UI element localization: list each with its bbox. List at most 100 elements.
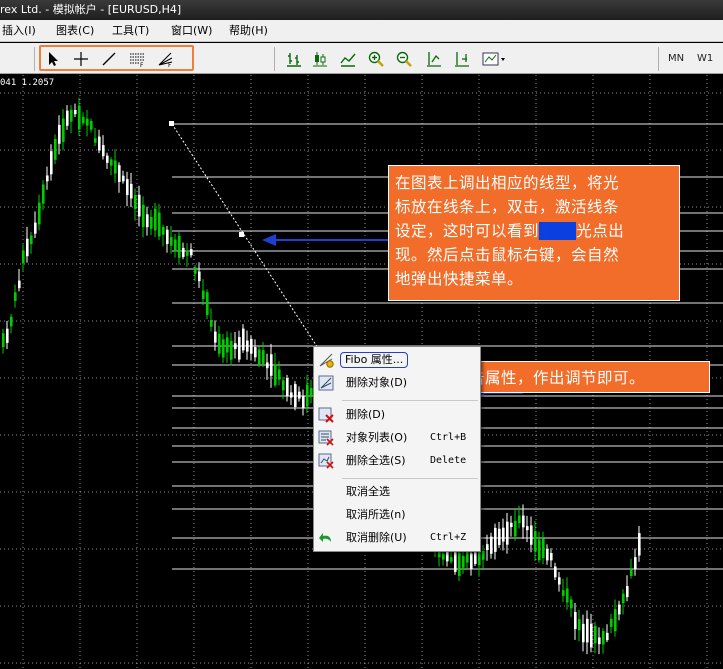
- crosshair-icon[interactable]: [70, 48, 92, 70]
- candle-body: [542, 538, 545, 559]
- candle-body: [590, 623, 593, 648]
- ctx-item-shortcut: Delete: [430, 455, 467, 466]
- callout-line: 在图表上调出相应的线型，将光: [395, 174, 620, 192]
- ctx-fibo-properties[interactable]: Fibo 属性...: [314, 349, 480, 371]
- candle-body: [270, 354, 273, 376]
- timeframe-w1[interactable]: W1: [697, 53, 713, 64]
- candle-body: [266, 362, 269, 369]
- candle-body: [278, 369, 281, 380]
- ctx-delete-object[interactable]: 删除对象(D): [314, 372, 480, 394]
- candle-body: [562, 590, 565, 596]
- candle-body: [26, 238, 29, 257]
- menu-help[interactable]: 帮助(H): [227, 20, 270, 42]
- candle-body: [286, 378, 289, 397]
- candle-body: [126, 179, 129, 196]
- candle-body: [190, 249, 193, 256]
- candle-body: [82, 116, 85, 124]
- ctx-item-shortcut: Ctrl+B: [430, 432, 467, 443]
- candle-body: [546, 548, 549, 561]
- context-menu: Fibo 属性... 删除对象(D) 删除(D) 对象列表(O) Ctrl+B …: [313, 346, 481, 552]
- ctx-item-label: 取消所选(n): [346, 508, 406, 521]
- menu-window[interactable]: 窗口(W): [169, 20, 214, 42]
- candle-body: [210, 320, 213, 327]
- candle-body: [582, 623, 585, 643]
- ctx-delete[interactable]: 删除(D): [314, 404, 480, 426]
- candle-body: [162, 226, 165, 235]
- ctx-deselect-all[interactable]: 取消全选: [314, 481, 480, 503]
- candle-body: [186, 250, 189, 256]
- candle-body: [634, 557, 637, 570]
- candle-body: [534, 531, 537, 552]
- zoom-out-icon[interactable]: [393, 48, 415, 70]
- candle-body: [442, 553, 445, 560]
- candle-body: [198, 271, 201, 282]
- ctx-object-list[interactable]: 对象列表(O) Ctrl+B: [314, 427, 480, 449]
- candle-body: [482, 550, 485, 560]
- fibo-fan-icon[interactable]: F: [154, 48, 176, 70]
- menu-charts[interactable]: 图表(C): [54, 20, 96, 42]
- ctx-deselect[interactable]: 取消所选(n): [314, 504, 480, 526]
- autoscroll-icon[interactable]: [451, 48, 473, 70]
- candle-body: [38, 202, 41, 225]
- candle-body: [474, 552, 477, 564]
- candle-body: [18, 280, 21, 289]
- candle-body: [490, 536, 493, 554]
- candle-body: [70, 109, 73, 122]
- menu-insert[interactable]: 插入(I): [0, 20, 38, 42]
- candle-body: [250, 338, 253, 354]
- ctx-delete-selected[interactable]: 删除全选(S) Delete: [314, 450, 480, 472]
- callout-line: 标放在线条上，双击，激活线条: [395, 198, 620, 216]
- candle-body: [34, 222, 37, 234]
- svg-text:F: F: [168, 62, 172, 68]
- fibo-properties-icon: [318, 352, 334, 368]
- ctx-separator: [342, 400, 478, 401]
- cursor-arrow-icon[interactable]: [42, 48, 64, 70]
- candle-body: [218, 333, 221, 354]
- candle-body: [46, 175, 49, 182]
- candle-body: [502, 527, 505, 542]
- candle-body: [594, 625, 597, 644]
- candle-body: [282, 380, 285, 391]
- line-chart-icon[interactable]: [337, 48, 359, 70]
- menu-tools[interactable]: 工具(T): [110, 20, 151, 42]
- bar-chart-icon[interactable]: [283, 48, 305, 70]
- candle-body: [486, 544, 489, 551]
- candle-body: [506, 521, 509, 545]
- candle-body: [622, 593, 625, 604]
- candle-body: [178, 235, 181, 258]
- window-title-bar: rex Ltd. - 模拟帐户 - [EURUSD,H4]: [0, 0, 723, 20]
- candle-body: [62, 118, 65, 142]
- candle-body: [538, 539, 541, 561]
- ctx-item-label: 取消全选: [346, 485, 390, 498]
- candle-body: [122, 175, 125, 182]
- candle-body: [466, 550, 469, 563]
- candle-body: [242, 328, 245, 351]
- callout-line-part: 设定，这时可以看到: [395, 222, 540, 240]
- timeframe-mn[interactable]: MN: [668, 53, 684, 64]
- chart-shift-icon[interactable]: [423, 48, 445, 70]
- ctx-item-label: 删除全选(S): [346, 454, 406, 467]
- candle-body: [498, 528, 501, 545]
- candle-body: [66, 110, 69, 126]
- candle-body: [90, 121, 93, 130]
- candle-body: [550, 553, 553, 561]
- candle-body: [6, 328, 9, 343]
- candlestick-icon[interactable]: [309, 48, 331, 70]
- candle-body: [514, 520, 517, 537]
- candle-body: [454, 552, 457, 572]
- candle-body: [618, 604, 621, 615]
- zoom-in-icon[interactable]: [365, 48, 387, 70]
- candle-body: [522, 515, 525, 528]
- candle-body: [294, 384, 297, 407]
- toolbar-separator: [34, 47, 35, 71]
- template-icon[interactable]: [480, 48, 508, 70]
- fibo-lines-icon[interactable]: F: [126, 48, 148, 70]
- candle-body: [142, 204, 145, 228]
- candle-body: [42, 184, 45, 204]
- candle-body: [586, 618, 589, 643]
- ctx-undo-delete[interactable]: 取消删除(U) Ctrl+Z: [314, 527, 480, 549]
- price-info-label: 041 1.2057: [0, 78, 55, 88]
- trendline-icon[interactable]: [98, 48, 120, 70]
- candle-body: [558, 577, 561, 585]
- candle-body: [446, 551, 449, 562]
